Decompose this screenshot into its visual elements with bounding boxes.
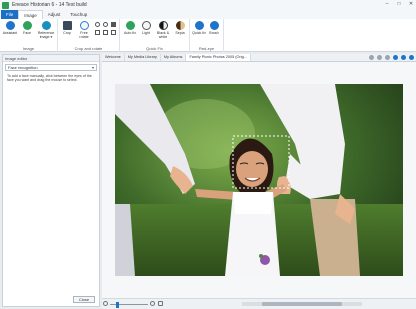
ribbon-group-crop: Crop Free rotate Crop and rotate — [58, 19, 120, 52]
group-label-image: Image — [22, 46, 35, 51]
free-rotate-label: Free rotate — [79, 31, 89, 39]
assistant-label: Assistant — [2, 31, 18, 35]
tool-select[interactable]: Face recognition ▾ — [5, 64, 97, 71]
title-bar: Eneace Historian 6 - 14 Test build – □ ✕ — [0, 0, 416, 10]
auto-fix-label: Auto fix — [124, 31, 136, 35]
tool-select-value: Face recognition — [8, 65, 38, 70]
crop-icon — [62, 21, 72, 30]
redo-icon[interactable] — [377, 55, 382, 60]
red-eye-quick-fix-button[interactable]: Quick fix — [192, 21, 206, 35]
black-white-button[interactable]: Black & white — [155, 21, 171, 39]
chevron-down-icon: ▾ — [91, 65, 94, 70]
resize-icon[interactable] — [111, 30, 116, 35]
sepia-button[interactable]: Sepia — [173, 21, 187, 35]
group-label-quick-fix: Quick Fix — [146, 46, 163, 51]
red-eye-brush-button[interactable]: Brush — [207, 21, 221, 35]
photo[interactable] — [115, 84, 403, 276]
photo-illustration — [115, 84, 403, 276]
light-label: Light — [142, 31, 150, 35]
ribbon-group-image: Assistant Face Reference image ▾ Image — [0, 19, 58, 52]
face-label: Face — [23, 31, 31, 35]
close-window-icon[interactable]: ✕ — [408, 1, 414, 7]
previous-icon[interactable] — [401, 55, 406, 60]
help-text: To add a face manually, click between th… — [7, 74, 92, 83]
image-canvas — [102, 62, 416, 298]
rotate-right-icon[interactable] — [103, 22, 108, 27]
rotate-flip-small-icons — [95, 22, 117, 38]
tab-file[interactable]: File — [1, 10, 19, 19]
flip-horizontal-icon[interactable] — [95, 30, 100, 35]
sepia-icon — [175, 21, 185, 30]
auto-fix-button[interactable]: Auto fix — [123, 21, 137, 35]
sepia-label: Sepia — [175, 31, 185, 35]
rotate-icon — [79, 21, 89, 30]
assistant-icon — [5, 21, 15, 30]
light-button[interactable]: Light — [139, 21, 153, 35]
tab-albums[interactable]: My Albums — [161, 54, 187, 61]
document-tab-bar: Welcome My Media Library My Albums Famil… — [102, 54, 416, 62]
undo-icon[interactable] — [369, 55, 374, 60]
auto-fix-icon — [125, 21, 135, 30]
window-title: Eneace Historian 6 - 14 Test build — [12, 2, 87, 8]
fit-screen-icon[interactable] — [158, 301, 163, 306]
horizontal-scrollbar-thumb[interactable] — [262, 302, 342, 306]
eye-brush-icon — [209, 21, 219, 30]
group-label-red-eye: Red-eye — [198, 46, 215, 51]
status-bar — [102, 298, 416, 309]
face-button[interactable]: Face — [20, 21, 34, 35]
black-white-icon — [158, 21, 168, 30]
window-controls: – □ ✕ — [384, 1, 414, 7]
image-editor-panel: Image editor Face recognition ▾ To add a… — [2, 54, 100, 307]
tab-image[interactable]: Image — [18, 10, 43, 19]
tab-welcome[interactable]: Welcome — [102, 54, 125, 61]
free-rotate-button[interactable]: Free rotate — [76, 21, 92, 39]
maximize-icon[interactable]: □ — [396, 1, 402, 7]
face-icon — [22, 21, 32, 30]
reference-image-button[interactable]: Reference image ▾ — [36, 21, 56, 39]
fit-icon[interactable] — [385, 55, 390, 60]
minimize-icon[interactable]: – — [384, 1, 390, 7]
info-icon[interactable] — [393, 55, 398, 60]
zoom-out-icon[interactable] — [103, 301, 108, 306]
tab-touchup[interactable]: Touchup — [65, 10, 92, 19]
ribbon-group-red-eye: Quick fix Brush Red-eye — [190, 19, 224, 52]
view-toolbar — [369, 55, 414, 60]
tab-family-picnic[interactable]: Family Picnic Photos 2005 (Orig... — [186, 54, 251, 61]
reference-image-icon — [41, 21, 51, 30]
reference-image-label: Reference image ▾ — [37, 31, 55, 39]
horizontal-scrollbar[interactable] — [242, 302, 362, 306]
close-button[interactable]: Close — [73, 296, 95, 303]
crop-label: Crop — [63, 31, 71, 35]
eye-icon — [194, 21, 204, 30]
panel-header: Image editor — [3, 55, 99, 62]
zoom-slider-thumb[interactable] — [116, 301, 120, 308]
ribbon-tab-bar: File Image Adjust Touchup — [0, 10, 416, 19]
ribbon-group-quick-fix: Auto fix Light Black & white Sepia Quick… — [120, 19, 190, 52]
group-label-crop: Crop and rotate — [74, 46, 103, 51]
ribbon: Assistant Face Reference image ▾ Image C… — [0, 19, 416, 52]
assistant-button[interactable]: Assistant — [2, 21, 18, 35]
zoom-in-icon[interactable] — [150, 301, 155, 306]
red-eye-quick-fix-label: Quick fix — [192, 31, 206, 35]
black-white-label: Black & white — [156, 31, 170, 39]
rotate-left-icon[interactable] — [95, 22, 100, 27]
tab-media-library[interactable]: My Media Library — [125, 54, 161, 61]
straighten-icon[interactable] — [111, 22, 116, 27]
next-icon[interactable] — [409, 55, 414, 60]
tab-adjust[interactable]: Adjust — [43, 10, 66, 19]
red-eye-brush-label: Brush — [209, 31, 219, 35]
app-logo-icon — [2, 1, 9, 9]
light-icon — [141, 21, 151, 30]
flip-vertical-icon[interactable] — [103, 30, 108, 35]
crop-button[interactable]: Crop — [60, 21, 74, 35]
